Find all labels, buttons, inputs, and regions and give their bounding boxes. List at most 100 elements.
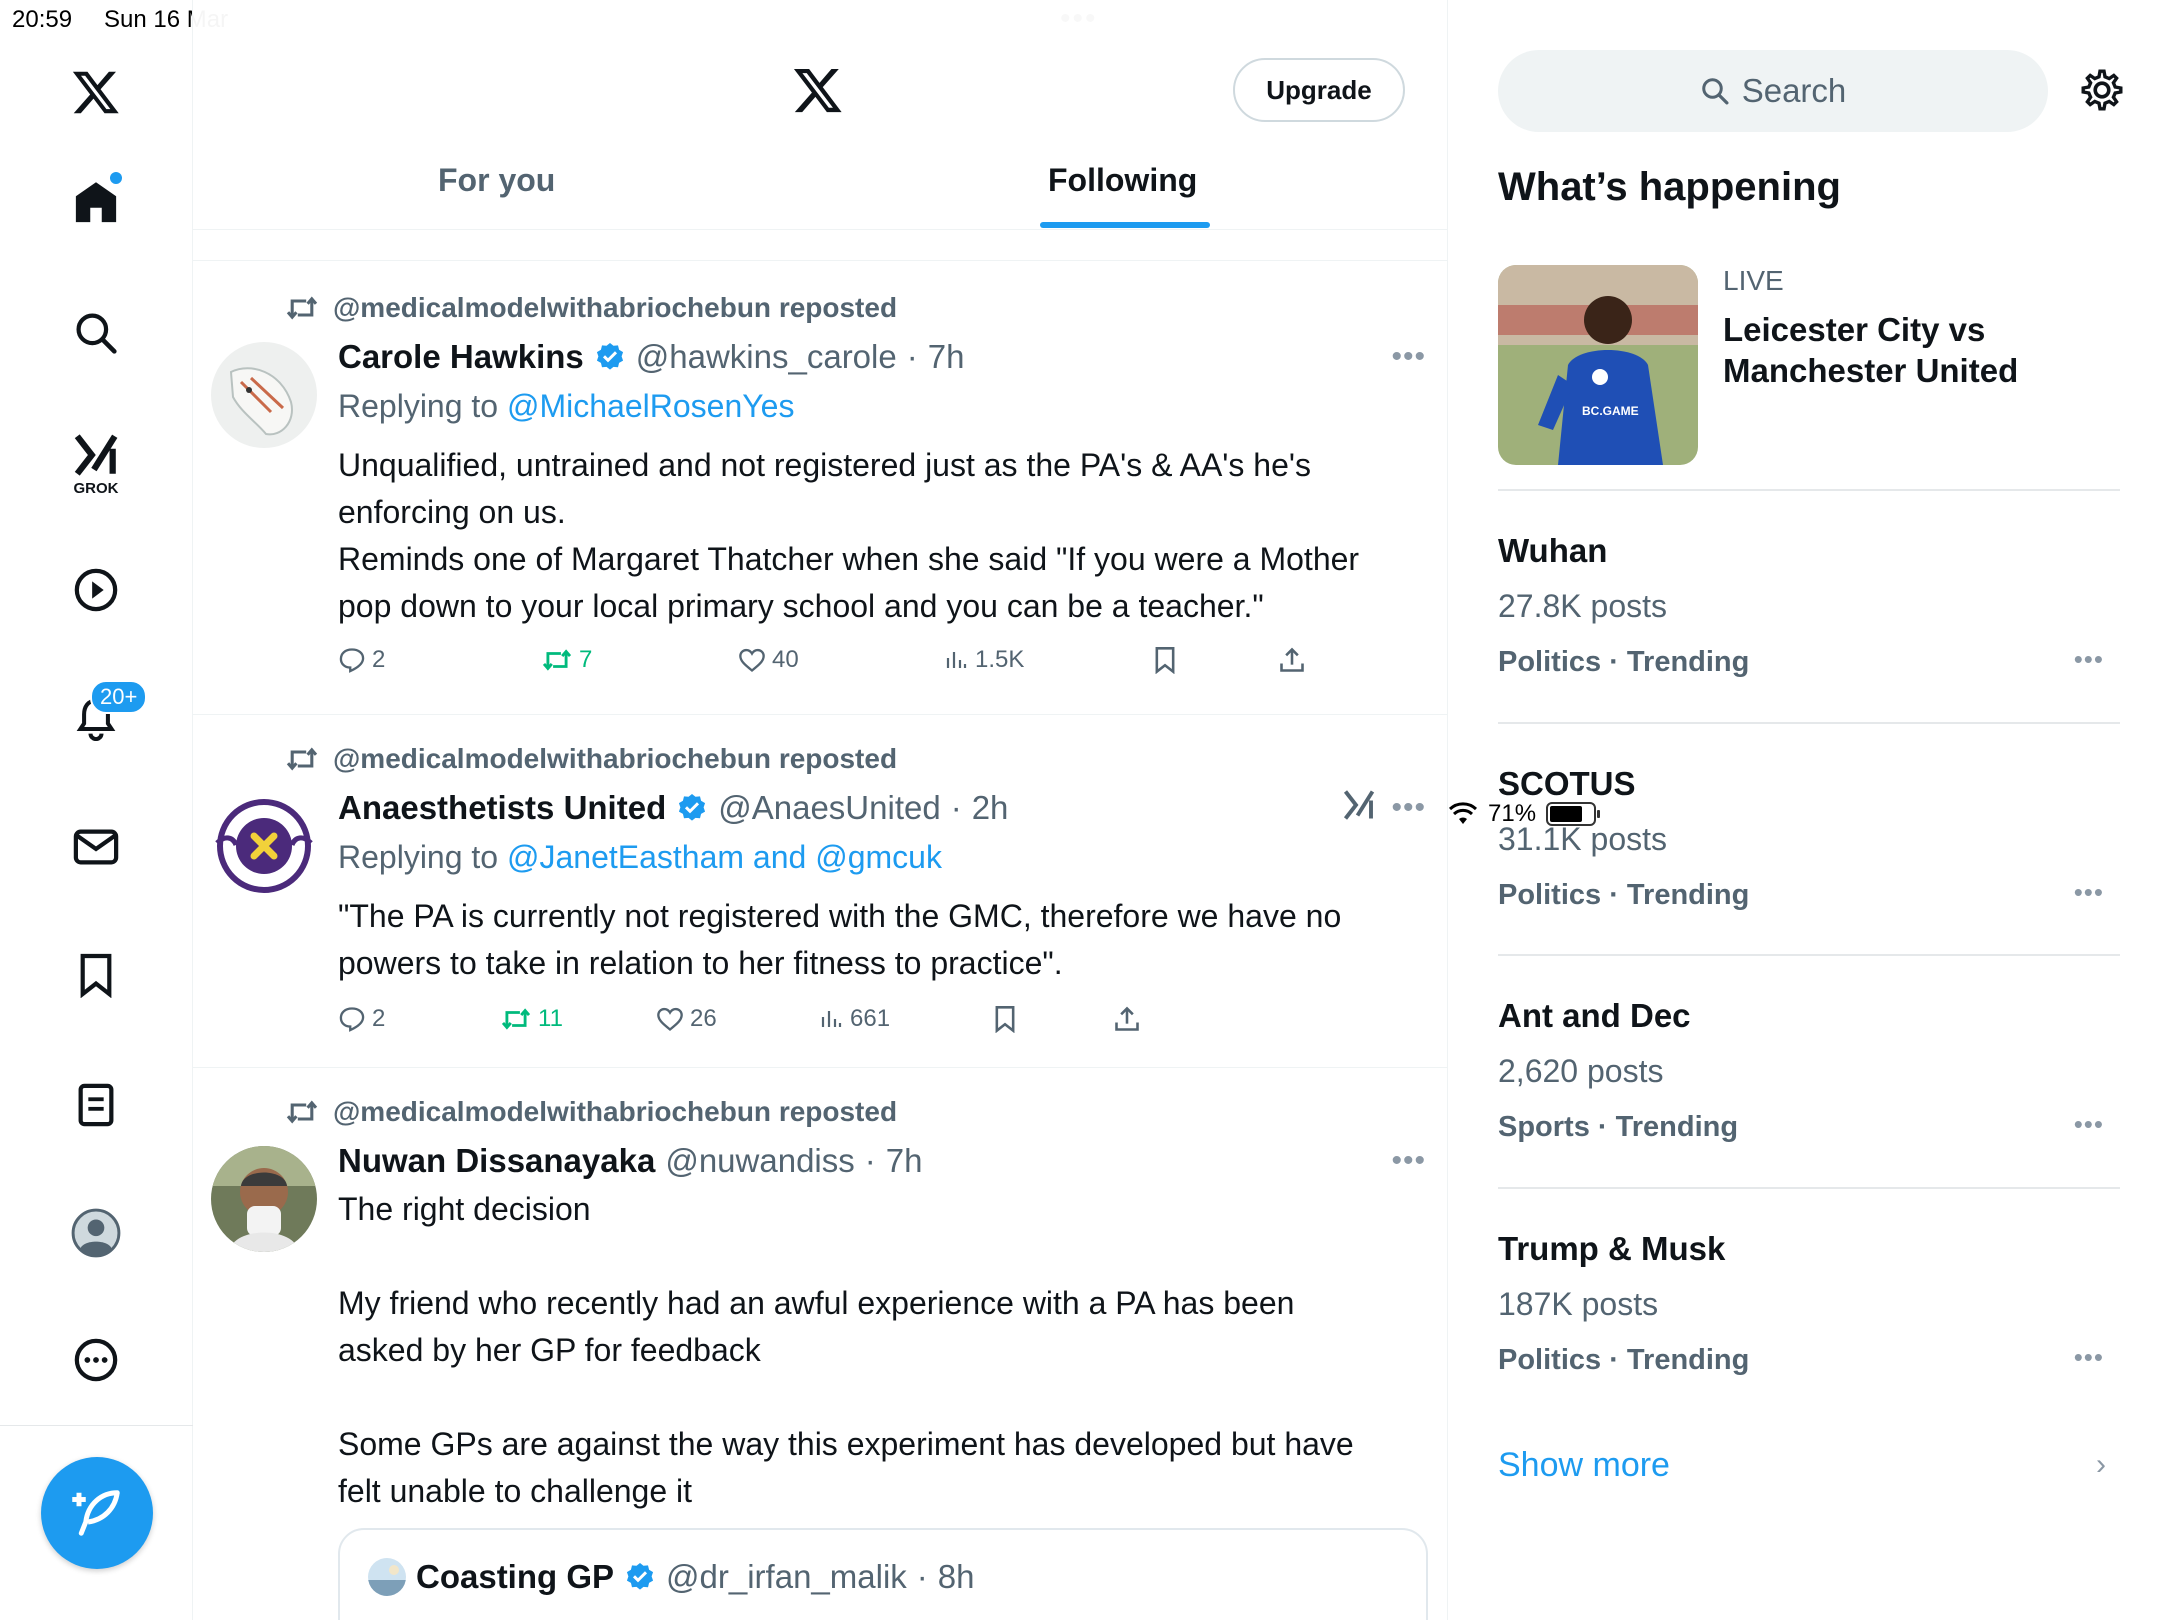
trend-category: Politics · Trending	[1498, 879, 1750, 911]
post-header: Nuwan Dissanayaka @nuwandiss · 7h	[338, 1142, 922, 1180]
replying-prefix: Replying to	[338, 839, 507, 875]
reply-count: 2	[372, 1005, 386, 1032]
post-text: The right decision My friend who recentl…	[338, 1191, 1354, 1509]
search-icon	[1701, 78, 1729, 105]
quoted-avatar	[368, 1558, 406, 1596]
like-button[interactable]: 40	[738, 646, 799, 674]
post-more-icon[interactable]: •••	[1391, 1144, 1426, 1178]
post-time: 2h	[971, 789, 1009, 826]
repost-by: @medicalmodelwithabriochebun reposted	[333, 743, 898, 774]
bookmark-button[interactable]	[993, 1005, 1017, 1033]
repost-icon	[286, 296, 318, 320]
reply-count: 2	[372, 646, 386, 673]
trend-item[interactable]: Trump & Musk 187K posts Politics · Trend…	[1498, 1230, 2120, 1410]
separator-dot: ·	[916, 1558, 928, 1595]
repost-button[interactable]: 11	[500, 1005, 563, 1033]
upgrade-button[interactable]: Upgrade	[1233, 58, 1405, 122]
x-logo-icon[interactable]	[66, 62, 126, 122]
share-button[interactable]	[1113, 1005, 1141, 1033]
bell-icon[interactable]: 20+	[66, 680, 148, 748]
bookmark-icon	[995, 1006, 1015, 1033]
tab-for-you[interactable]: For you	[438, 162, 555, 199]
post-more-icon[interactable]: •••	[1391, 340, 1426, 374]
reply-button[interactable]: 2	[338, 1005, 385, 1033]
repost-count: 7	[579, 646, 593, 673]
post-card[interactable]: @medicalmodelwithabriochebun reposted Nu…	[193, 1068, 1447, 1620]
grok-icon[interactable]: GROK	[66, 425, 126, 497]
trend-name: SCOTUS	[1498, 765, 1636, 802]
trend-divider	[1498, 489, 2120, 491]
live-event-title: Leicester City vs Manchester United	[1723, 311, 2019, 389]
show-more-link[interactable]: Show more	[1498, 1446, 1670, 1485]
avatar[interactable]	[211, 342, 317, 448]
replying-to-link[interactable]: @JanetEastham and @gmcuk	[507, 839, 942, 875]
trend-more-icon[interactable]: •••	[2074, 877, 2104, 908]
share-button[interactable]	[1278, 646, 1306, 674]
search-placeholder: Search	[1741, 72, 1847, 109]
trend-more-icon[interactable]: •••	[2074, 1342, 2104, 1373]
trend-posts: 27.8K posts	[1498, 588, 1667, 624]
mail-icon[interactable]	[66, 817, 126, 877]
trend-item[interactable]: Ant and Dec 2,620 posts Sports · Trendin…	[1498, 997, 2120, 1177]
home-icon[interactable]	[66, 172, 126, 232]
views-button[interactable]: 1.5K	[943, 646, 1024, 674]
profile-icon[interactable]	[66, 1203, 126, 1263]
trend-divider	[1498, 954, 2120, 956]
repost-button[interactable]: 7	[541, 646, 592, 674]
avatar[interactable]	[211, 1146, 317, 1252]
share-icon	[1115, 1006, 1139, 1031]
trend-more-icon[interactable]: •••	[2074, 644, 2104, 675]
bookmark-icon	[1155, 647, 1175, 674]
author-name[interactable]: Nuwan Dissanayaka	[338, 1142, 655, 1180]
video-icon[interactable]	[66, 560, 126, 620]
author-handle[interactable]: @nuwandiss	[665, 1142, 854, 1180]
repost-line: @medicalmodelwithabriochebun reposted	[285, 743, 897, 775]
author-handle[interactable]: @hawkins_carole	[636, 338, 897, 376]
repost-line: @medicalmodelwithabriochebun reposted	[285, 1096, 897, 1128]
replying-prefix: Replying to	[338, 388, 507, 424]
quoted-post-time: 8h	[937, 1558, 975, 1595]
gear-icon[interactable]	[2078, 66, 2126, 119]
live-event-card[interactable]: BC.GAME LIVE Leicester City vs Mancheste…	[1498, 265, 2118, 465]
replying-to-link[interactable]: @MichaelRosenYes	[507, 388, 794, 424]
list-icon[interactable]	[66, 1075, 126, 1135]
compose-button[interactable]	[41, 1457, 153, 1569]
trend-name: Trump & Musk	[1498, 1230, 1726, 1267]
author-name[interactable]: Anaesthetists United	[338, 789, 666, 827]
post-time: 7h	[885, 1142, 923, 1179]
more-icon[interactable]	[66, 1330, 126, 1390]
views-button[interactable]: 661	[818, 1005, 890, 1033]
trend-name: Ant and Dec	[1498, 997, 1691, 1034]
avatar[interactable]	[211, 793, 317, 899]
replying-to: Replying to @JanetEastham and @gmcuk	[338, 839, 942, 876]
post-card[interactable]: @medicalmodelwithabriochebun reposted An…	[193, 715, 1447, 1067]
share-icon	[1280, 647, 1304, 672]
repost-by: @medicalmodelwithabriochebun reposted	[333, 1096, 898, 1127]
reply-icon	[339, 1007, 365, 1032]
trend-more-icon[interactable]: •••	[2074, 1109, 2104, 1140]
search-input[interactable]: Search	[1498, 50, 2048, 132]
x-logo-icon[interactable]	[791, 64, 845, 121]
views-count: 661	[850, 1005, 891, 1032]
bookmark-icon[interactable]	[66, 945, 126, 1005]
timeline: @medicalmodelwithabriochebun reposted Ca…	[193, 0, 1448, 1620]
post-more-icon[interactable]: •••	[1391, 791, 1426, 825]
live-event-image: BC.GAME	[1498, 265, 1698, 465]
trend-posts: 187K posts	[1498, 1286, 1659, 1322]
post-card[interactable]: @medicalmodelwithabriochebun reposted Ca…	[193, 262, 1447, 714]
search-icon[interactable]	[66, 303, 126, 363]
tab-following[interactable]: Following	[1048, 162, 1197, 199]
like-button[interactable]: 26	[656, 1005, 717, 1033]
quoted-post[interactable]: Coasting GP @dr_irfan_malik · 8h	[338, 1528, 1428, 1620]
bookmark-button[interactable]	[1153, 646, 1177, 674]
trend-item[interactable]: Wuhan 27.8K posts Politics · Trending ••…	[1498, 532, 2120, 712]
author-name[interactable]: Carole Hawkins	[338, 338, 584, 376]
post-header: Anaesthetists United @AnaesUnited · 2h	[338, 789, 1008, 827]
grok-explain-icon[interactable]	[1341, 787, 1377, 828]
repost-icon	[286, 1100, 318, 1124]
repost-icon	[286, 747, 318, 771]
reply-button[interactable]: 2	[338, 646, 385, 674]
trend-item[interactable]: SCOTUS 31.1K posts Politics · Trending •…	[1498, 765, 2120, 945]
right-sidebar: Search What’s happening BC.GAME LIVE Lei…	[1448, 0, 2160, 1620]
author-handle[interactable]: @AnaesUnited	[718, 789, 940, 827]
